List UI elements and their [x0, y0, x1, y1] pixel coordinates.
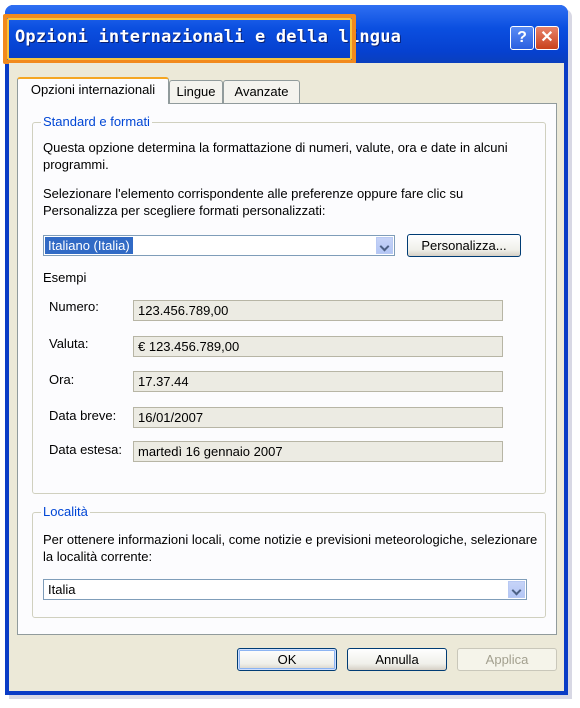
standard-group: Standard e formati Questa opzione determ… — [32, 114, 546, 494]
title-bar[interactable]: Opzioni internazionali e della lingua ? … — [3, 5, 568, 64]
location-description: Per ottenere informazioni locali, come n… — [43, 532, 538, 564]
examples-label: Esempi — [43, 270, 87, 285]
example-label: Valuta: — [49, 336, 89, 351]
location-select[interactable]: Italia — [43, 579, 527, 600]
ok-button[interactable]: OK — [237, 648, 337, 671]
location-group: Località Per ottenere informazioni local… — [32, 504, 546, 618]
example-label: Numero: — [49, 299, 99, 314]
help-button[interactable]: ? — [510, 26, 534, 50]
standard-description: Questa opzione determina la formattazion… — [43, 140, 508, 172]
close-button[interactable]: ✕ — [535, 26, 559, 50]
example-value: 123.456.789,00 — [133, 300, 503, 321]
cancel-button[interactable]: Annulla — [347, 648, 447, 671]
example-value: € 123.456.789,00 — [133, 336, 503, 357]
example-value: 16/01/2007 — [133, 407, 503, 428]
tab-lingue[interactable]: Lingue — [169, 80, 223, 103]
tab-opzioni-internazionali[interactable]: Opzioni internazionali — [17, 77, 169, 104]
tab-avanzate[interactable]: Avanzate — [223, 80, 300, 103]
dialog-client: Opzioni internazionali Lingue Avanzate S… — [9, 63, 564, 691]
customize-button[interactable]: Personalizza... — [407, 234, 521, 257]
locale-select[interactable]: Italiano (Italia) — [43, 235, 395, 256]
example-label: Data estesa: — [49, 442, 122, 457]
chevron-down-icon[interactable] — [376, 237, 393, 254]
locale-select-value: Italiano (Italia) — [45, 237, 133, 254]
example-value: 17.37.44 — [133, 371, 503, 392]
title-highlight-inner — [7, 18, 352, 60]
standard-select-prompt: Selezionare l'elemento corrispondente al… — [43, 186, 464, 218]
standard-legend: Standard e formati — [41, 114, 152, 129]
example-label: Data breve: — [49, 408, 117, 423]
apply-button[interactable]: Applica — [457, 648, 557, 671]
dialog-window: Opzioni internazionali e della lingua ? … — [3, 5, 568, 695]
example-label: Ora: — [49, 372, 75, 387]
location-select-value: Italia — [48, 582, 76, 597]
tab-page: Standard e formati Questa opzione determ… — [17, 103, 557, 635]
example-value: martedì 16 gennaio 2007 — [133, 441, 503, 462]
chevron-down-icon[interactable] — [508, 581, 525, 598]
location-legend: Località — [41, 504, 90, 519]
